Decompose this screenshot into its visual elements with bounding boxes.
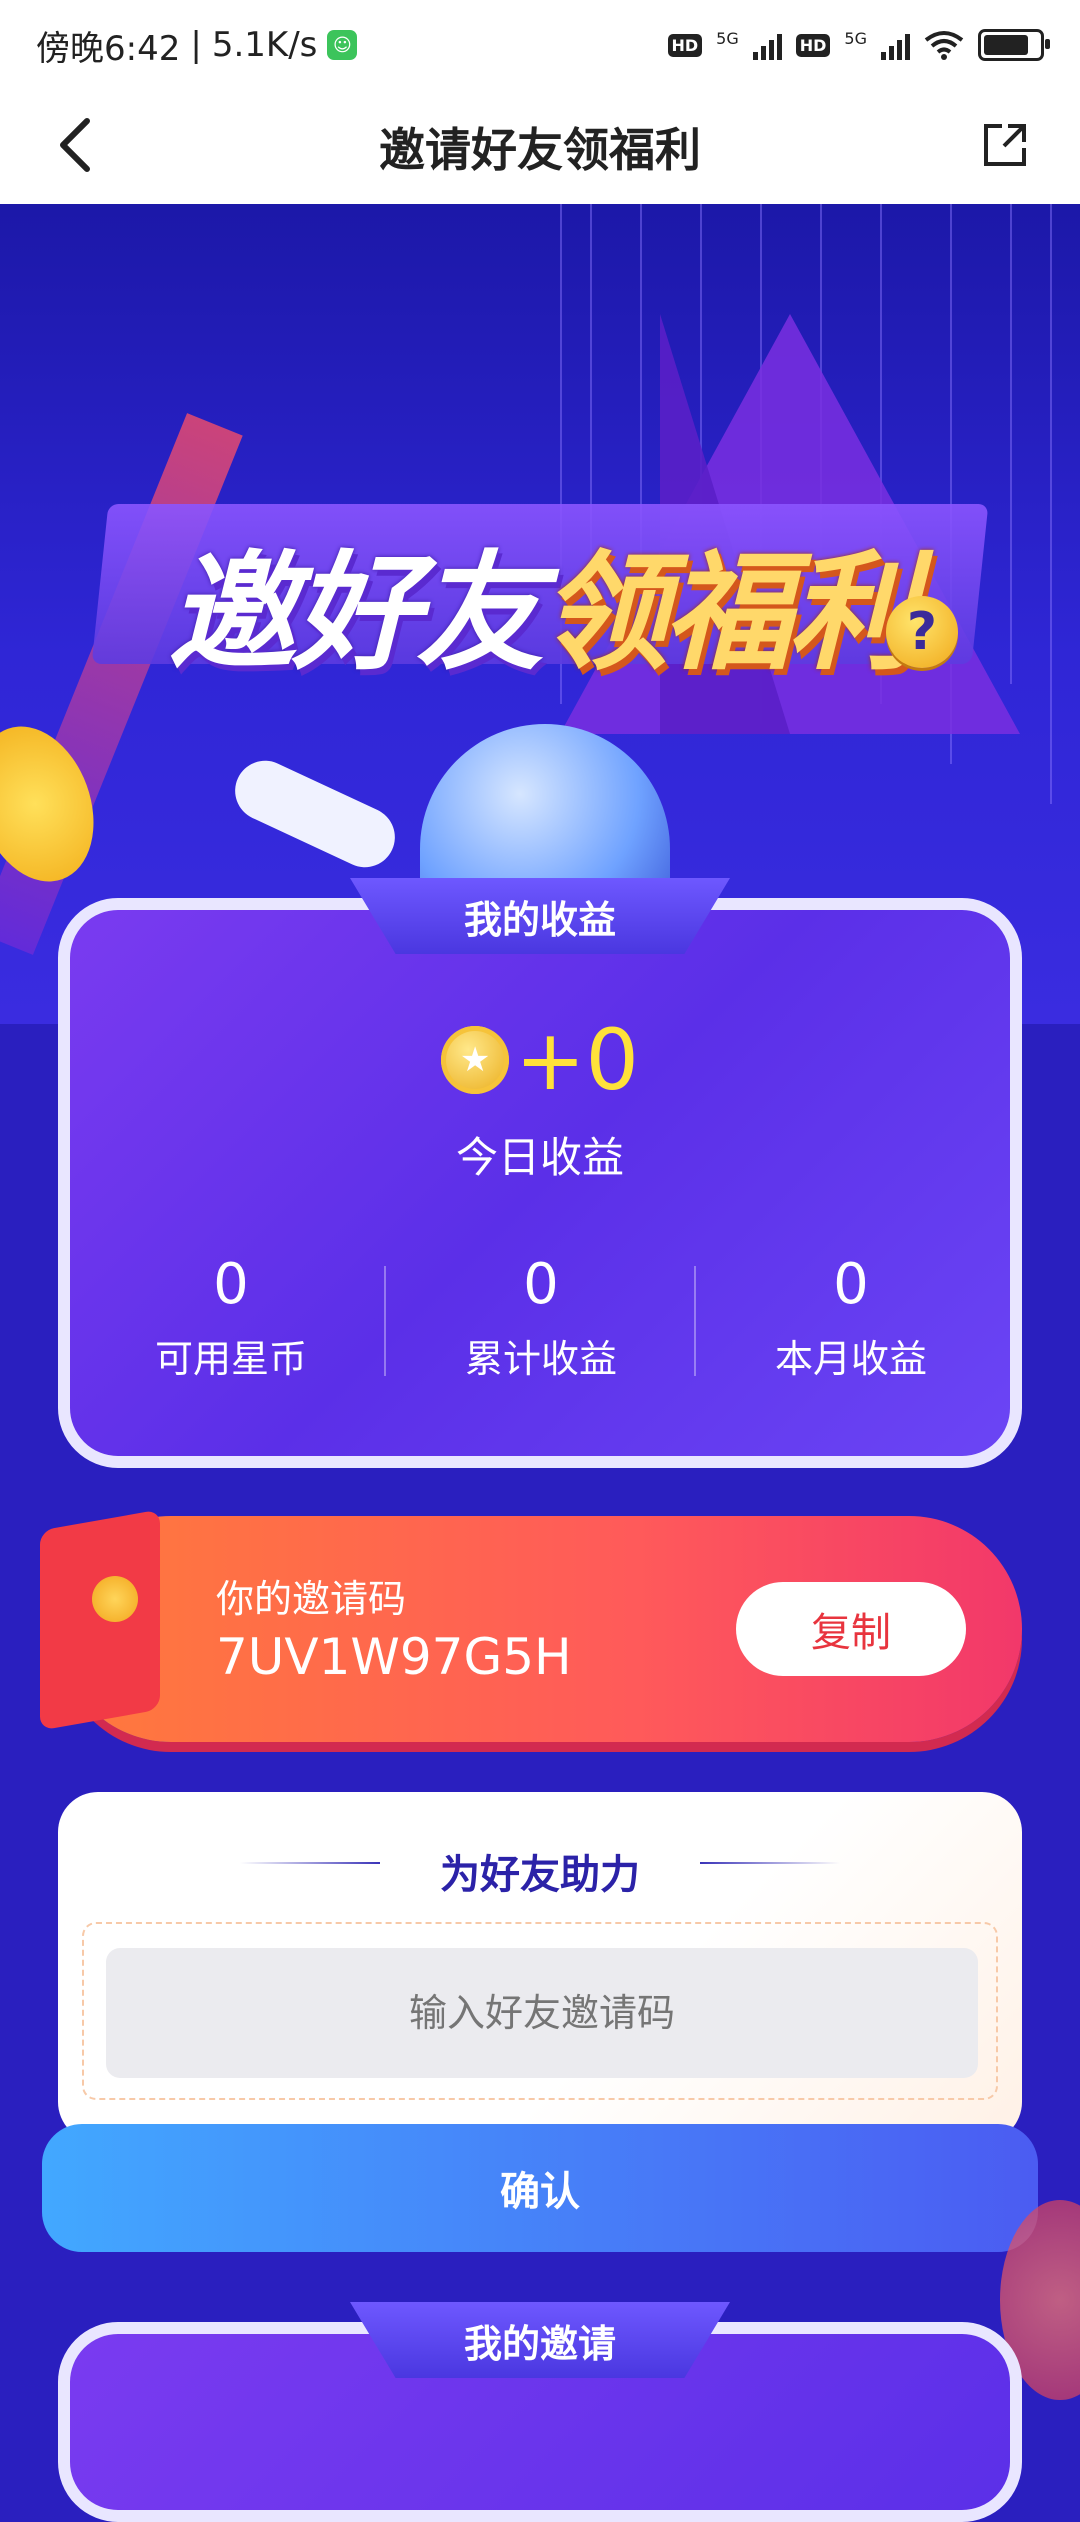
astronaut-arm	[225, 750, 405, 878]
copy-button[interactable]: 复制	[736, 1582, 966, 1676]
share-external-icon	[984, 124, 1026, 166]
my-invites-tab: 我的邀请	[350, 2302, 730, 2378]
earnings-stats: 0 可用星币 0 累计收益 0 本月收益	[76, 1250, 1006, 1390]
status-right: HD 5G HD 5G	[667, 29, 1050, 61]
today-earnings-label: 今日收益	[455, 1133, 624, 1182]
stat-label: 可用星币	[154, 1337, 307, 1381]
help-icon[interactable]: ?	[886, 596, 958, 668]
help-friend-title: 为好友助力	[440, 1852, 640, 1898]
share-button[interactable]	[970, 110, 1040, 180]
app-header: 邀请好友领福利	[0, 90, 1080, 204]
stat-total-earnings: 0 累计收益	[386, 1250, 696, 1390]
status-left: 傍晚6:42 | 5.1K/s ☺	[36, 21, 358, 70]
invite-code-value: 7UV1W97G5H	[216, 1628, 572, 1686]
hd-badge-2: HD	[795, 33, 831, 57]
status-net-speed: 5.1K/s	[211, 25, 318, 65]
hd-badge: HD	[667, 33, 703, 57]
deco-line	[1050, 204, 1052, 804]
status-separator: |	[190, 25, 202, 65]
confirm-button[interactable]: 确认	[42, 2124, 1038, 2252]
stat-value: 0	[213, 1252, 249, 1317]
earnings-tab: 我的收益	[350, 878, 730, 954]
stat-value: 0	[833, 1252, 869, 1317]
invite-code-label: 你的邀请码	[216, 1577, 407, 1621]
chevron-left-icon	[60, 118, 90, 172]
banner-title-white: 邀好友	[167, 539, 544, 688]
banner-title-gold: 领福利	[540, 539, 916, 688]
star-coin-icon: ★	[441, 1026, 510, 1094]
status-time: 傍晚6:42	[36, 28, 181, 69]
stat-available-coins: 0 可用星币	[76, 1250, 386, 1390]
signal-icon	[752, 30, 782, 60]
network-type-2: 5G	[844, 29, 867, 48]
gold-dot-decoration	[92, 1576, 138, 1622]
battery-icon	[978, 29, 1050, 61]
today-earnings-row: ★ +0	[0, 1018, 1080, 1102]
friend-code-input[interactable]	[106, 1948, 978, 2078]
red-envelope-decoration	[40, 1509, 160, 1731]
back-button[interactable]	[40, 110, 110, 180]
wifi-icon	[924, 31, 964, 60]
page-title: 邀请好友领福利	[379, 123, 701, 177]
stat-value: 0	[523, 1252, 559, 1317]
stat-label: 本月收益	[774, 1337, 927, 1381]
today-earnings-value: +0	[515, 1011, 639, 1109]
signal-icon-2	[881, 30, 910, 60]
stat-label: 累计收益	[464, 1337, 617, 1381]
network-type: 5G	[716, 29, 739, 48]
wechat-icon: ☺	[327, 30, 358, 60]
status-bar: 傍晚6:42 | 5.1K/s ☺ HD 5G HD 5G	[0, 0, 1080, 90]
stat-monthly-earnings: 0 本月收益	[696, 1250, 1006, 1390]
